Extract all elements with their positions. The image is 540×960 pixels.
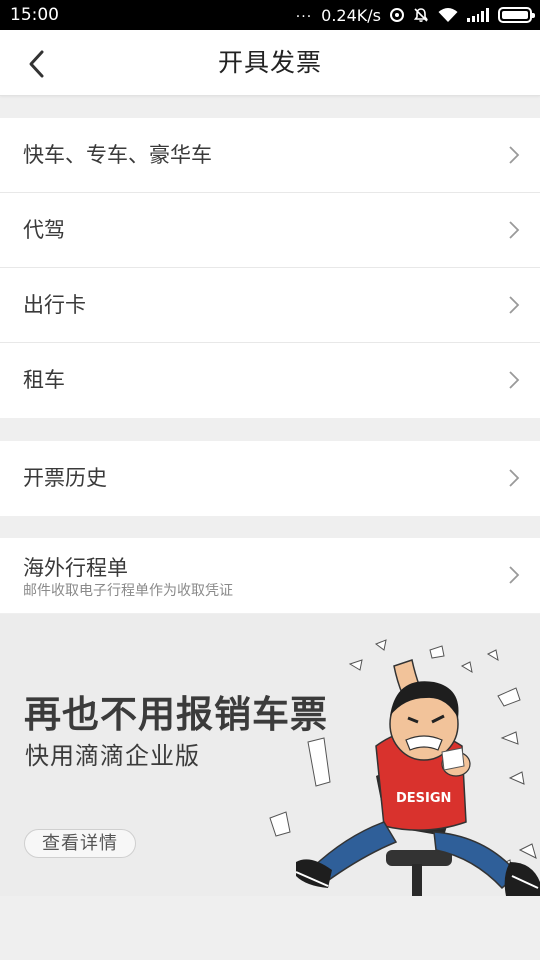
view-details-button[interactable]: 查看详情 <box>24 829 136 858</box>
more-notifications-icon: ... <box>295 5 313 21</box>
list-item-designated-driver[interactable]: 代驾 <box>0 193 540 268</box>
status-time: 15:00 <box>10 5 59 25</box>
overseas-group: 海外行程单 邮件收取电子行程单作为收取凭证 <box>0 538 540 613</box>
list-item-express[interactable]: 快车、专车、豪华车 <box>0 118 540 193</box>
nav-bar: 开具发票 <box>0 30 540 96</box>
status-bar: 15:00 ... 0.24K/s <box>0 0 540 30</box>
promo-banner[interactable]: 再也不用报销车票 快用滴滴企业版 查看详情 DESIGN <box>0 614 540 896</box>
chevron-right-icon <box>509 371 520 389</box>
chevron-right-icon <box>509 296 520 314</box>
status-indicators: ... 0.24K/s <box>295 5 535 25</box>
cartoon-illustration: DESIGN <box>269 639 540 896</box>
app-root: 15:00 ... 0.24K/s 开具发票 快车、专车、豪华车 代驾 出行卡 … <box>0 0 540 960</box>
list-item-invoice-history[interactable]: 开票历史 <box>0 441 540 516</box>
chevron-right-icon <box>509 146 520 164</box>
mute-icon <box>413 8 429 22</box>
list-item-label: 海外行程单 <box>23 556 128 580</box>
list-item-label: 开票历史 <box>23 466 107 490</box>
list-item-label: 租车 <box>23 368 65 392</box>
history-group: 开票历史 <box>0 441 540 516</box>
battery-icon <box>498 7 535 23</box>
chevron-right-icon <box>509 221 520 239</box>
sync-icon <box>390 8 404 22</box>
list-item-travel-card[interactable]: 出行卡 <box>0 268 540 343</box>
chevron-right-icon <box>509 566 520 584</box>
list-item-label: 快车、专车、豪华车 <box>23 143 212 167</box>
list-item-car-rental[interactable]: 租车 <box>0 343 540 418</box>
ride-type-group: 快车、专车、豪华车 代驾 出行卡 租车 <box>0 118 540 418</box>
list-item-label: 代驾 <box>23 218 65 242</box>
banner-subtitle: 快用滴滴企业版 <box>25 742 200 770</box>
list-item-label: 出行卡 <box>23 293 86 317</box>
list-item-overseas-itinerary[interactable]: 海外行程单 邮件收取电子行程单作为收取凭证 <box>0 538 540 613</box>
chevron-right-icon <box>509 469 520 487</box>
page-title: 开具发票 <box>217 48 322 77</box>
network-speed: 0.24K/s <box>321 5 381 25</box>
wifi-icon <box>438 8 458 22</box>
signal-icon <box>467 8 489 22</box>
shirt-text: DESIGN <box>396 791 451 806</box>
list-item-sublabel: 邮件收取电子行程单作为收取凭证 <box>23 583 233 599</box>
